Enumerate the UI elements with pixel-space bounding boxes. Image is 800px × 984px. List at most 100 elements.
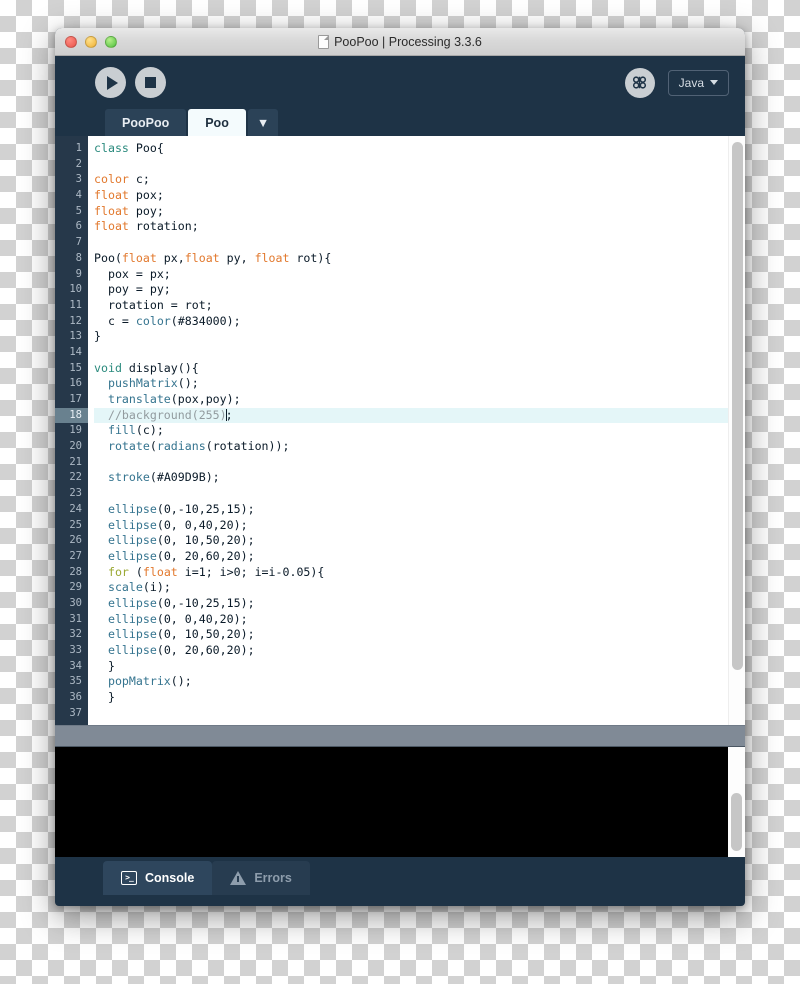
line-number: 12 (69, 314, 82, 327)
code-token: pox = px; (94, 266, 171, 281)
code-token: ellipse (107, 643, 157, 657)
line-number: 32 (69, 628, 82, 641)
code-line: float rotation; (94, 219, 745, 235)
code-token: for (107, 564, 129, 579)
line-number: 23 (69, 487, 82, 500)
code-token: //background(255) (94, 407, 227, 422)
code-token: float (94, 219, 129, 234)
code-token: ellipse (107, 533, 157, 548)
stop-button[interactable] (135, 67, 166, 98)
code-token: stroke (107, 470, 150, 485)
code-token: (0, 20,60,20); (156, 548, 255, 563)
line-number: 35 (69, 675, 82, 688)
code-token: float (121, 250, 157, 265)
line-number: 9 (75, 267, 82, 280)
code-line: Poo(float px,float py, float rot){ (94, 251, 745, 267)
editor-scrollbar-thumb[interactable] (732, 142, 743, 670)
code-token: (); (170, 674, 192, 689)
code-line: ellipse(0, 20,60,20); (94, 643, 745, 659)
line-number: 19 (69, 424, 82, 437)
code-line: pushMatrix(); (94, 376, 745, 392)
code-token: pushMatrix (107, 376, 178, 391)
sketch-tab-poopoo[interactable]: PooPoo (105, 109, 187, 136)
line-number: 36 (69, 691, 82, 704)
code-line: void display(){ (94, 361, 745, 377)
code-token: float (184, 250, 220, 265)
code-token: (0, 10,50,20); (156, 533, 255, 548)
terminal-icon: >_ (121, 871, 137, 885)
zoom-window-button[interactable] (105, 35, 117, 48)
sketch-tab-bar: PooPoo Poo ▼ (55, 109, 745, 136)
line-number: 29 (69, 581, 82, 594)
code-line: float pox; (94, 188, 745, 204)
line-number: 6 (75, 220, 82, 233)
line-number: 22 (69, 471, 82, 484)
editor-vertical-scrollbar[interactable] (728, 136, 745, 725)
line-number: 15 (69, 361, 82, 374)
code-token: (0, 0,40,20); (156, 517, 248, 532)
code-token: c; (128, 172, 150, 187)
console-scrollbar-thumb[interactable] (731, 793, 742, 851)
code-token: py, (219, 250, 255, 265)
code-token: popMatrix (107, 674, 171, 689)
line-number: 28 (69, 565, 82, 578)
debugger-button[interactable] (624, 67, 655, 98)
code-token: (0,-10,25,15); (156, 501, 255, 516)
sketch-tab-menu-button[interactable]: ▼ (247, 109, 279, 136)
window-titlebar: PooPoo | Processing 3.3.6 (55, 28, 745, 56)
close-window-button[interactable] (65, 35, 77, 48)
line-number: 31 (69, 612, 82, 625)
code-token: color (94, 172, 129, 187)
minimize-window-button[interactable] (85, 35, 97, 48)
code-line: scale(i); (94, 580, 745, 596)
code-token: (rotation)); (205, 439, 290, 454)
mode-dropdown[interactable]: Java (667, 69, 729, 96)
code-text-area[interactable]: class Poo{ color c; float pox; float poy; f… (88, 136, 745, 725)
tab-console[interactable]: >_ Console (103, 861, 213, 895)
sketch-tab-poo[interactable]: Poo (188, 109, 246, 136)
line-number: 13 (69, 330, 82, 343)
line-number: 33 (69, 644, 82, 656)
mode-label: Java (678, 75, 704, 90)
code-token: (0, 20,60,20); (156, 643, 255, 657)
chevron-down-icon (710, 80, 718, 85)
traffic-lights (65, 35, 117, 48)
code-token: poy; (128, 203, 164, 218)
console-vertical-scrollbar[interactable] (728, 747, 745, 857)
run-button[interactable] (95, 67, 126, 98)
line-number-gutter: 1 2 3 4 5 6 7 8 9 10 11 12 13 14 15 16 17 18 19 20 21 22 23 24 2… (55, 136, 88, 725)
sketch-tab-label: Poo (205, 115, 229, 130)
chevron-down-icon: ▼ (256, 115, 270, 130)
code-token: (i); (142, 580, 171, 595)
code-token: (0, 10,50,20); (156, 627, 255, 642)
code-token: poy = py; (94, 282, 171, 297)
code-token: class (94, 141, 129, 155)
code-line: pox = px; (94, 267, 745, 283)
code-token: } (94, 658, 115, 673)
code-line: for (float i=1; i>0; i=i-0.05){ (94, 565, 745, 581)
code-token: pox; (128, 188, 164, 203)
code-token: display(){ (121, 360, 199, 375)
code-token: (#834000); (170, 313, 241, 328)
window-title-group: PooPoo | Processing 3.3.6 (55, 34, 745, 49)
tab-errors[interactable]: Errors (212, 861, 310, 895)
line-number: 34 (69, 659, 82, 672)
code-token: (pox,poy); (170, 392, 241, 406)
code-token: Poo( (94, 250, 122, 265)
code-line: } (94, 659, 745, 675)
console-output-area[interactable] (55, 747, 745, 857)
code-token: fill (107, 423, 136, 438)
editor-console-splitter[interactable] (55, 725, 745, 747)
